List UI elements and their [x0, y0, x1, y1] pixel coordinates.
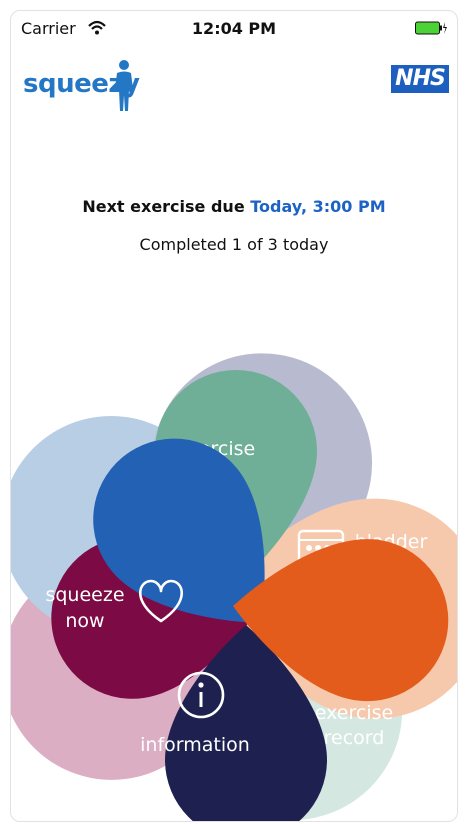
clock-label: 12:04 PM — [191, 19, 277, 38]
app-header: squeezy NHS — [11, 45, 457, 115]
battery-icon — [415, 21, 447, 35]
person-figure-icon — [115, 60, 133, 111]
app-screen: Carrier 12:04 PM squeezy NHS Next exerci… — [10, 10, 458, 822]
menu-flower: exercise plan bladder diary — [11, 353, 457, 821]
next-exercise-time: Today, 3:00 PM — [250, 197, 386, 216]
information-label: information — [140, 734, 250, 756]
next-exercise: Next exercise due Today, 3:00 PM — [11, 197, 457, 216]
status-bar: Carrier 12:04 PM — [11, 11, 457, 45]
next-exercise-label: Next exercise due — [82, 197, 245, 216]
exercise-record-label-2: record — [324, 727, 385, 749]
squeeze-now-label: squeeze — [45, 584, 124, 606]
completed-count: Completed 1 of 3 today — [139, 235, 329, 254]
nhs-badge: NHS — [391, 65, 449, 93]
squeeze-now-label-2: now — [65, 610, 104, 632]
exercise-record-label: exercise — [315, 702, 393, 724]
squeezy-logo[interactable]: squeezy — [23, 59, 143, 111]
